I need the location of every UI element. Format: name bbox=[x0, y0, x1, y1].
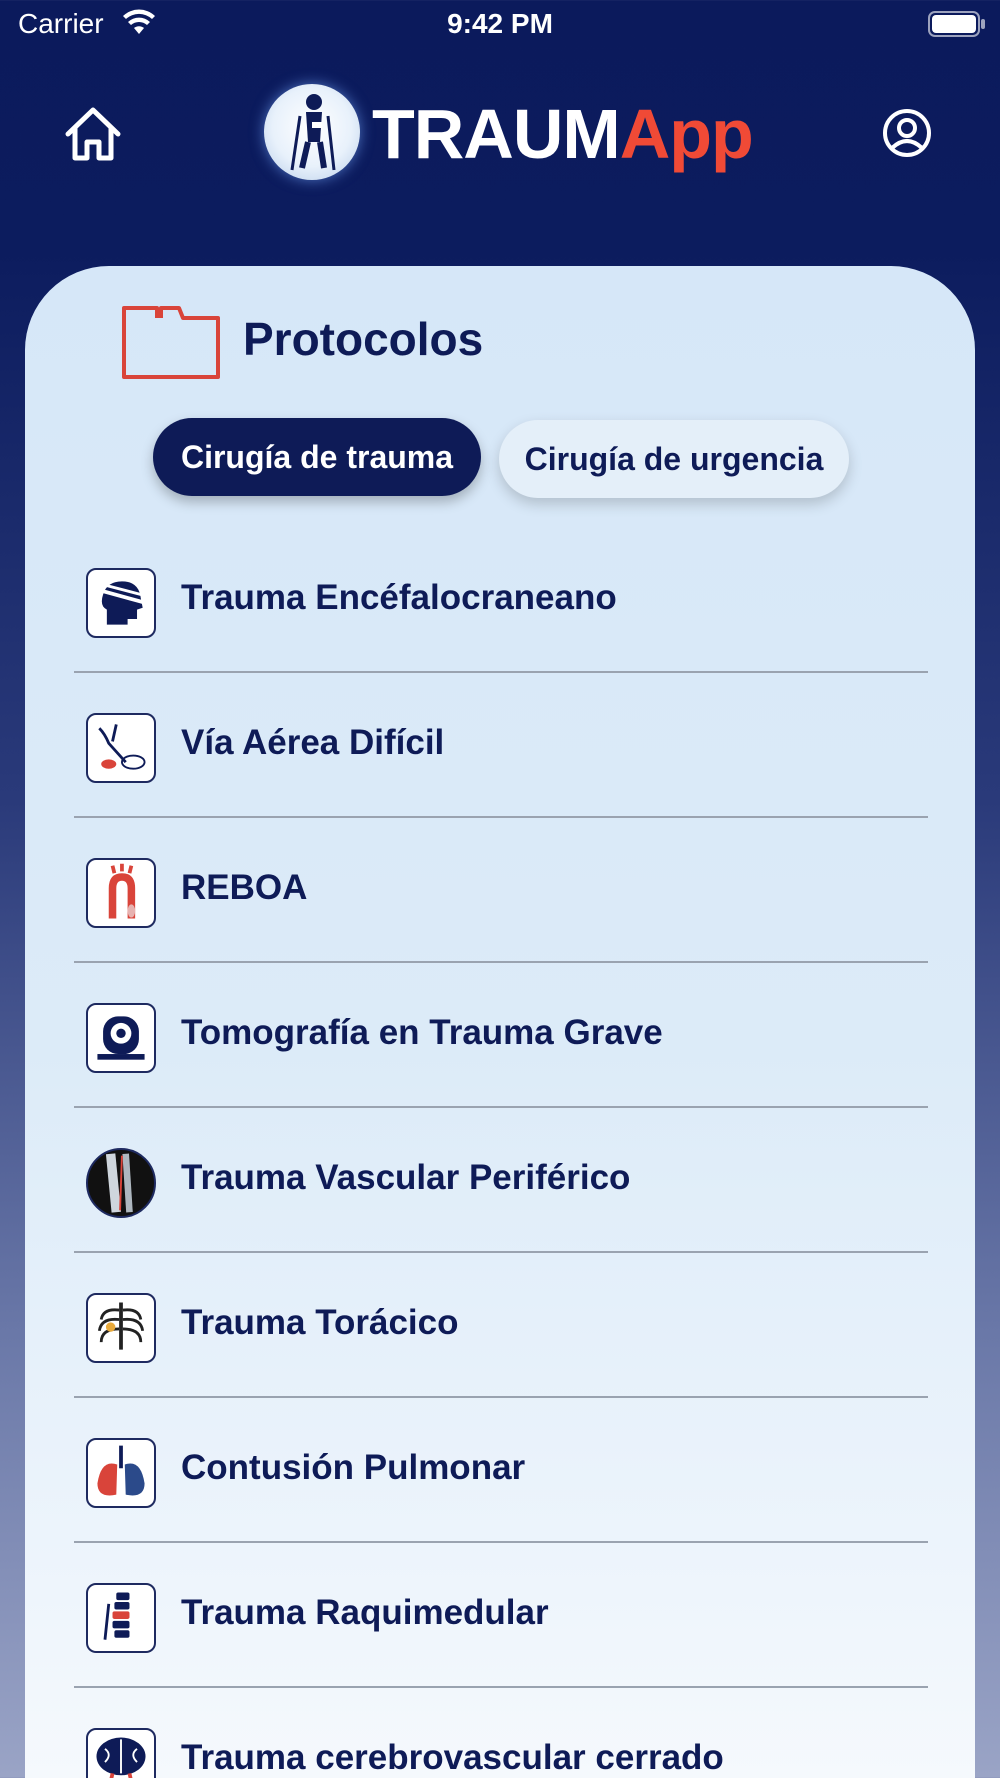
profile-icon[interactable] bbox=[882, 108, 932, 158]
tab-cirugia-de-urgencia[interactable]: Cirugía de urgencia bbox=[499, 420, 849, 498]
list-item-label: Trauma Encéfalocraneano bbox=[181, 578, 617, 617]
lungs-icon bbox=[86, 1438, 156, 1508]
airway-mask-icon bbox=[86, 713, 156, 783]
list-item-label: Contusión Pulmonar bbox=[181, 1448, 526, 1487]
list-item-trauma-toracico[interactable]: Trauma Torácico bbox=[74, 1253, 928, 1398]
ct-scanner-icon bbox=[86, 1003, 156, 1073]
list-item-label: Trauma Torácico bbox=[181, 1303, 459, 1342]
aorta-icon bbox=[86, 858, 156, 928]
list-item-trauma-raquimedular[interactable]: Trauma Raquimedular bbox=[74, 1543, 928, 1688]
tab-cirugia-de-trauma[interactable]: Cirugía de trauma bbox=[153, 418, 481, 496]
brain-icon bbox=[86, 1728, 156, 1778]
list-item-label: Vía Aérea Difícil bbox=[181, 723, 445, 762]
list-item-reboa[interactable]: REBOA bbox=[74, 818, 928, 963]
list-item-label: Tomografía en Trauma Grave bbox=[181, 1013, 663, 1052]
list-item-label: Trauma cerebrovascular cerrado bbox=[181, 1738, 724, 1777]
leg-xray-icon bbox=[86, 1148, 156, 1218]
protocols-card: Protocolos Cirugía de trauma Cirugía de … bbox=[25, 266, 975, 1778]
status-bar: Carrier 9:42 PM bbox=[0, 0, 1000, 50]
protocol-list: Trauma Encéfalocraneano Vía Aérea Difíci… bbox=[74, 528, 928, 1778]
folder-icon bbox=[122, 306, 220, 379]
status-time: 9:42 PM bbox=[447, 8, 553, 39]
list-item-label: Trauma Vascular Periférico bbox=[181, 1158, 631, 1197]
list-item-trauma-cerebrovascular-cerrado[interactable]: Trauma cerebrovascular cerrado bbox=[74, 1688, 928, 1778]
logo-primary-text: TRAUM bbox=[372, 95, 621, 173]
list-item-via-aerea-dificil[interactable]: Vía Aérea Difícil bbox=[74, 673, 928, 818]
list-item-contusion-pulmonar[interactable]: Contusión Pulmonar bbox=[74, 1398, 928, 1543]
spine-icon bbox=[86, 1583, 156, 1653]
battery-icon bbox=[928, 11, 985, 37]
ribcage-icon bbox=[86, 1293, 156, 1363]
list-item-trauma-vascular-periferico[interactable]: Trauma Vascular Periférico bbox=[74, 1108, 928, 1253]
list-item-label: REBOA bbox=[181, 868, 308, 907]
logo-accent-text: App bbox=[619, 95, 754, 173]
list-item-tomografia-en-trauma-grave[interactable]: Tomografía en Trauma Grave bbox=[74, 963, 928, 1108]
home-icon[interactable] bbox=[64, 106, 122, 162]
app-header: TRAUMApp bbox=[0, 60, 1000, 210]
list-item-label: Trauma Raquimedular bbox=[181, 1593, 549, 1632]
section-title: Protocolos bbox=[243, 313, 484, 365]
logo-wordmark: TRAUMApp bbox=[372, 94, 754, 174]
bandaged-head-icon bbox=[86, 568, 156, 638]
logo-figure-icon bbox=[264, 84, 360, 180]
list-item-trauma-encefalocraneano[interactable]: Trauma Encéfalocraneano bbox=[74, 528, 928, 673]
